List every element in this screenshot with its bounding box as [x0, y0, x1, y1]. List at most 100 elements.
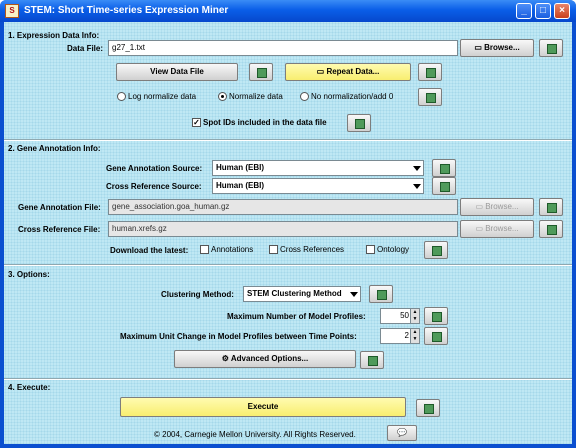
copyright-text: © 2004, Carnegie Mellon University. All …	[154, 430, 356, 439]
max-profiles-value: 50	[400, 311, 409, 320]
data-file-field[interactable]: g27_1.txt	[108, 40, 458, 56]
section-expression-title: 1. Expression Data Info:	[8, 31, 100, 40]
cross-reference-file-field[interactable]: human.xrefs.gz	[108, 221, 458, 237]
download-annotations-check-box	[200, 245, 209, 255]
spot-ids-check-box: ✓	[192, 118, 201, 128]
annotation-file-label: Gene Annotation File:	[18, 203, 101, 212]
radio-no-normalization-dot	[300, 92, 309, 102]
radio-log-normalize[interactable]: Log normalize data	[117, 92, 197, 102]
speech-bubble-icon: 💬	[397, 428, 407, 437]
section-gene-annotation-title: 2. Gene Annotation Info:	[8, 144, 101, 153]
browse-label: Browse...	[485, 202, 519, 211]
section-options-title: 3. Options:	[8, 270, 50, 279]
repeat-data-label: Repeat Data...	[326, 67, 380, 76]
annotation-file-field[interactable]: gene_association.goa_human.gz	[108, 199, 458, 215]
window-title: STEM: Short Time-series Expression Miner	[24, 5, 229, 16]
cross-reference-source-dropdown[interactable]: Human (EBI)	[212, 178, 424, 194]
browse-label: Browse...	[485, 224, 519, 233]
download-annotations-label: Annotations	[211, 245, 254, 254]
annotation-source-value: Human (EBI)	[216, 163, 264, 172]
annotation-source-help-icon[interactable]	[432, 159, 456, 177]
section-execute-title: 4. Execute:	[8, 383, 51, 392]
title-bar[interactable]: S STEM: Short Time-series Expression Min…	[0, 0, 576, 22]
download-annotations-checkbox[interactable]: Annotations	[200, 245, 254, 255]
annotation-file-browse-button[interactable]: ▭ Browse...	[460, 198, 534, 216]
maximize-button[interactable]: □	[535, 3, 551, 19]
spot-ids-help-icon[interactable]	[347, 114, 371, 132]
cross-reference-file-help-icon[interactable]	[539, 220, 563, 238]
max-profiles-spinner[interactable]: 50 ▲ ▼	[380, 308, 420, 324]
max-unit-change-spinner[interactable]: 2 ▲ ▼	[380, 328, 420, 344]
close-button[interactable]: ×	[554, 3, 570, 19]
chevron-down-icon	[413, 184, 421, 189]
normalization-help-icon[interactable]	[418, 88, 442, 106]
download-ontology-label: Ontology	[377, 245, 410, 254]
section-divider	[4, 264, 572, 266]
main-panel: 1. Expression Data Info: Data File: g27_…	[4, 22, 572, 444]
repeat-data-help-icon[interactable]	[418, 63, 442, 81]
data-file-browse-button[interactable]: ▭ Browse...	[460, 39, 534, 57]
view-data-help-icon[interactable]	[249, 63, 273, 81]
max-unit-change-label: Maximum Unit Change in Model Profiles be…	[120, 332, 357, 341]
execute-help-icon[interactable]	[416, 399, 440, 417]
clustering-method-value: STEM Clustering Method	[247, 289, 342, 298]
data-file-label: Data File:	[67, 44, 104, 53]
advanced-options-button[interactable]: ⚙ Advanced Options...	[174, 350, 356, 368]
cross-reference-source-label: Cross Reference Source:	[106, 182, 202, 191]
cross-reference-file-browse-button[interactable]: ▭ Browse...	[460, 220, 534, 238]
clustering-method-help-icon[interactable]	[369, 285, 393, 303]
cross-reference-file-label: Cross Reference File:	[18, 225, 101, 234]
radio-normalize[interactable]: Normalize data	[218, 92, 283, 102]
spinner-up-icon[interactable]: ▲	[410, 309, 419, 316]
chevron-down-icon	[350, 292, 358, 297]
download-cross-references-checkbox[interactable]: Cross References	[269, 245, 345, 255]
repeat-icon: ▭	[316, 67, 327, 76]
radio-normalize-dot	[218, 92, 227, 102]
download-help-icon[interactable]	[424, 241, 448, 259]
spinner-down-icon[interactable]: ▼	[410, 336, 419, 343]
spinner-up-icon[interactable]: ▲	[410, 329, 419, 336]
browse-label: Browse...	[484, 43, 520, 52]
download-cross-references-check-box	[269, 245, 278, 255]
download-ontology-checkbox[interactable]: Ontology	[366, 245, 410, 255]
radio-log-normalize-dot	[117, 92, 126, 102]
advanced-options-label: Advanced Options...	[230, 354, 309, 363]
folder-icon: ▭	[474, 43, 485, 52]
radio-no-normalization[interactable]: No normalization/add 0	[300, 92, 394, 102]
max-unit-change-help-icon[interactable]	[424, 327, 448, 345]
repeat-data-button[interactable]: ▭ Repeat Data...	[285, 63, 411, 81]
spot-ids-checkbox[interactable]: ✓ Spot IDs included in the data file	[192, 118, 327, 128]
annotation-source-label: Gene Annotation Source:	[106, 164, 203, 173]
max-profiles-label: Maximum Number of Model Profiles:	[227, 312, 366, 321]
stem-app-icon: S	[5, 4, 19, 18]
clustering-method-label: Clustering Method:	[161, 290, 234, 299]
section-divider	[4, 378, 572, 380]
advanced-options-help-icon[interactable]	[360, 351, 384, 369]
spinner-down-icon[interactable]: ▼	[410, 316, 419, 323]
radio-log-normalize-label: Log normalize data	[128, 92, 197, 101]
max-profiles-help-icon[interactable]	[424, 307, 448, 325]
feedback-button[interactable]: 💬	[387, 425, 417, 441]
download-latest-label: Download the latest:	[110, 246, 189, 255]
cross-reference-source-help-icon[interactable]	[432, 177, 456, 195]
section-divider	[4, 139, 572, 141]
clustering-method-dropdown[interactable]: STEM Clustering Method	[243, 286, 361, 302]
chevron-down-icon	[413, 166, 421, 171]
download-cross-references-label: Cross References	[280, 245, 345, 254]
cross-reference-source-value: Human (EBI)	[216, 181, 264, 190]
download-ontology-check-box	[366, 245, 375, 255]
view-data-file-button[interactable]: View Data File	[116, 63, 238, 81]
app-window: S STEM: Short Time-series Expression Min…	[0, 0, 576, 448]
execute-button[interactable]: Execute	[120, 397, 406, 417]
radio-normalize-label: Normalize data	[229, 92, 283, 101]
minimize-button[interactable]: _	[516, 3, 532, 19]
sliders-icon: ⚙	[221, 354, 231, 363]
radio-no-normalization-label: No normalization/add 0	[311, 92, 394, 101]
folder-icon: ▭	[475, 202, 486, 211]
annotation-source-dropdown[interactable]: Human (EBI)	[212, 160, 424, 176]
data-file-help-icon[interactable]	[539, 39, 563, 57]
folder-icon: ▭	[475, 224, 486, 233]
max-unit-change-value: 2	[404, 331, 409, 340]
spot-ids-label: Spot IDs included in the data file	[203, 118, 327, 127]
annotation-file-help-icon[interactable]	[539, 198, 563, 216]
